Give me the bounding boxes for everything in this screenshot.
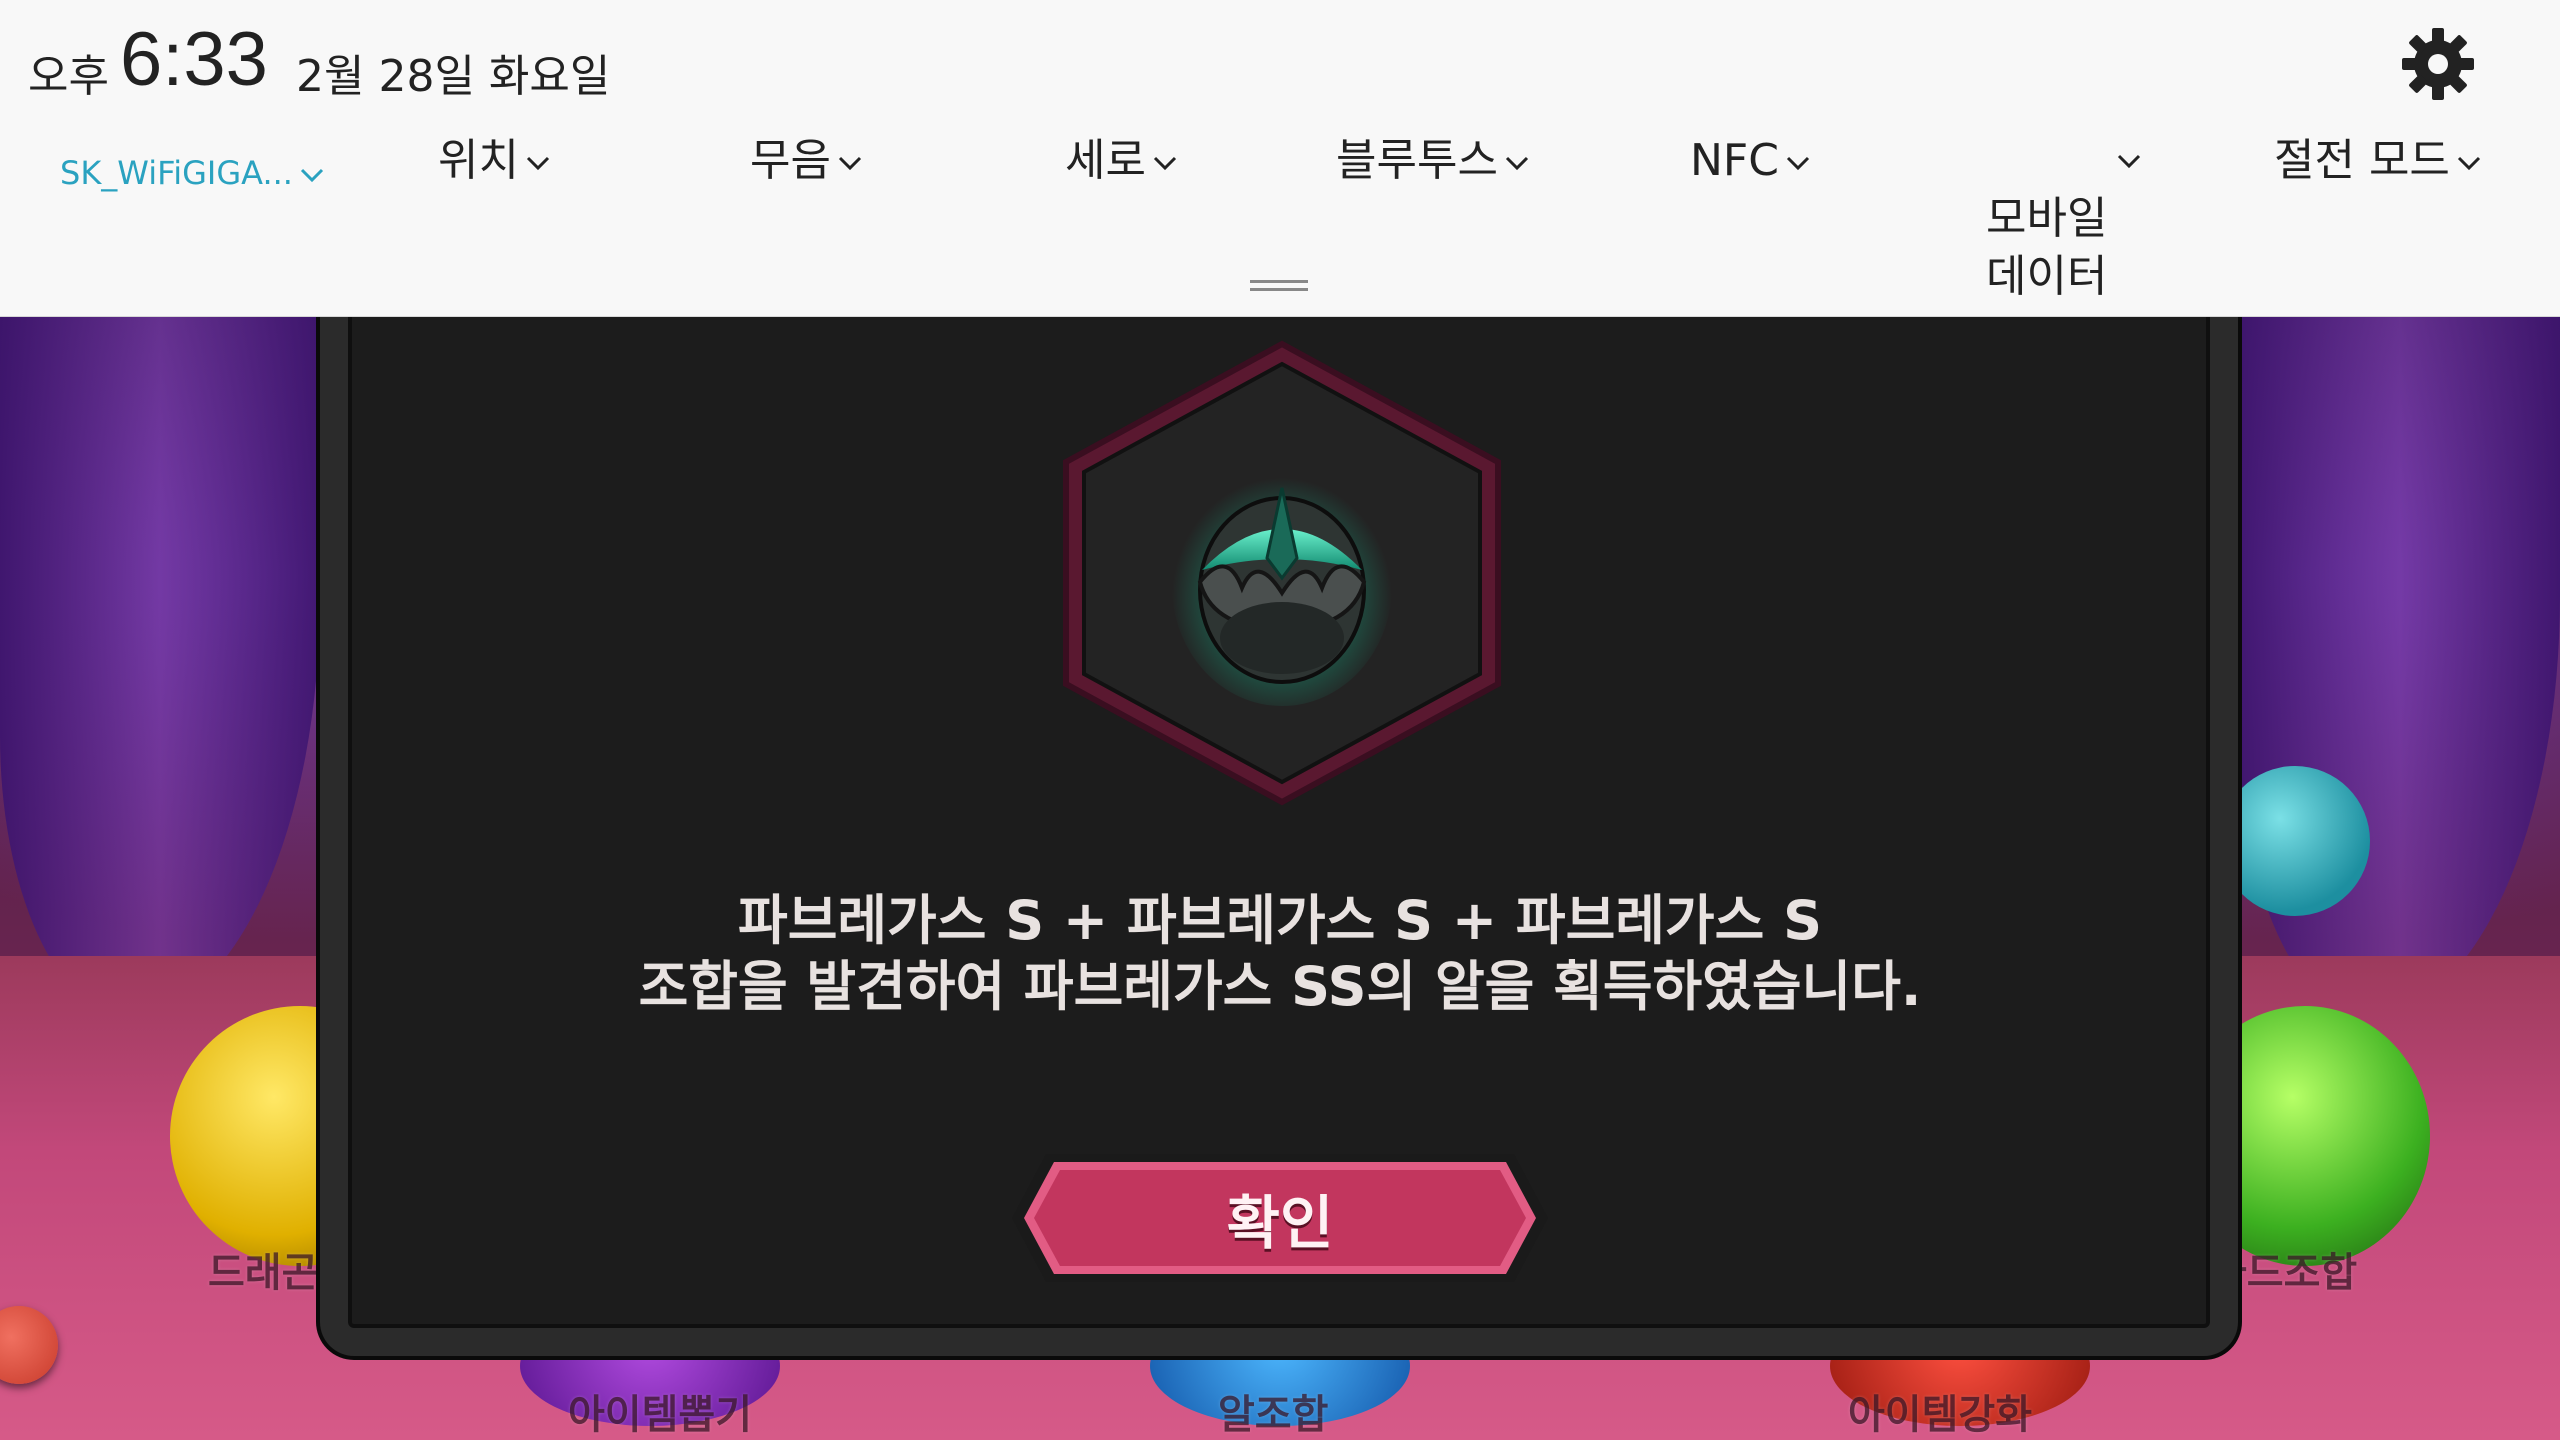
qs-sound[interactable]: 무음	[750, 132, 867, 190]
message-line-2: 조합을 발견하여 파브레가스 SS의 알을 획득하였습니다.	[638, 955, 1922, 1018]
qs-sound-label: 무음	[750, 135, 831, 186]
chevron-down-icon	[838, 156, 862, 171]
qs-bluetooth-label: 블루투스	[1336, 135, 1498, 186]
settings-gear-icon[interactable]	[2398, 24, 2478, 104]
dragon-menu-label: 드래곤	[208, 1250, 319, 1296]
clock-time: 6:33	[120, 17, 268, 102]
qs-location[interactable]: 위치	[438, 132, 555, 190]
egg-combine-label: 알조합	[1218, 1392, 1329, 1438]
teal-orb	[2220, 766, 2370, 916]
message-line-1: 파브레가스 S + 파브레가스 S + 파브레가스 S	[738, 889, 1822, 952]
dragon-egg-icon	[1063, 340, 1501, 806]
qs-wifi[interactable]: SK_WiFiGIGA...	[60, 144, 329, 202]
dialog-message: 파브레가스 S + 파브레가스 S + 파브레가스 S 조합을 발견하여 파브레…	[420, 888, 2140, 1020]
qs-power-saving-label: 절전 모드	[2274, 135, 2450, 186]
notification-panel: 오후 6:33 2월 28일 화요일 SK_WiFiGIGA... 위치 무음	[0, 0, 2560, 317]
chevron-down-icon	[2457, 156, 2480, 171]
item-draw-label: 아이템뽑기	[568, 1392, 752, 1438]
chevron-down-icon	[1153, 156, 1177, 171]
egg-badge	[1052, 338, 1512, 808]
item-upgrade-label: 아이템강화	[1848, 1392, 2032, 1438]
qs-bluetooth[interactable]: 블루투스	[1336, 132, 1534, 190]
qs-nfc[interactable]: NFC	[1690, 132, 1815, 190]
qs-rotation[interactable]: 세로	[1065, 132, 1182, 190]
qs-mobile-data-label: 모바일 데이터	[1986, 193, 2108, 302]
qs-power-saving[interactable]: 절전 모드	[2274, 132, 2486, 190]
chevron-down-icon	[2117, 154, 2141, 169]
clock-date: 2월 28일 화요일	[296, 51, 611, 102]
qs-rotation-label: 세로	[1065, 135, 1146, 186]
confirm-button-label: 확인	[1226, 1189, 1334, 1257]
qs-wifi-label: SK_WiFiGIGA...	[60, 154, 293, 192]
qs-mobile-data[interactable]: 모바일 데이터	[1986, 132, 2141, 306]
qs-location-label: 위치	[438, 135, 519, 186]
chevron-down-icon	[526, 156, 550, 171]
chevron-down-icon	[300, 168, 324, 183]
chevron-down-icon	[1505, 156, 1528, 171]
panel-drag-handle[interactable]	[1250, 280, 1308, 292]
chevron-down-icon	[1786, 156, 1810, 171]
clock-ampm: 오후	[28, 51, 109, 102]
confirm-button[interactable]: 확인	[1010, 1152, 1550, 1284]
left-curtain	[0, 316, 320, 1016]
qs-nfc-label: NFC	[1690, 135, 1779, 186]
